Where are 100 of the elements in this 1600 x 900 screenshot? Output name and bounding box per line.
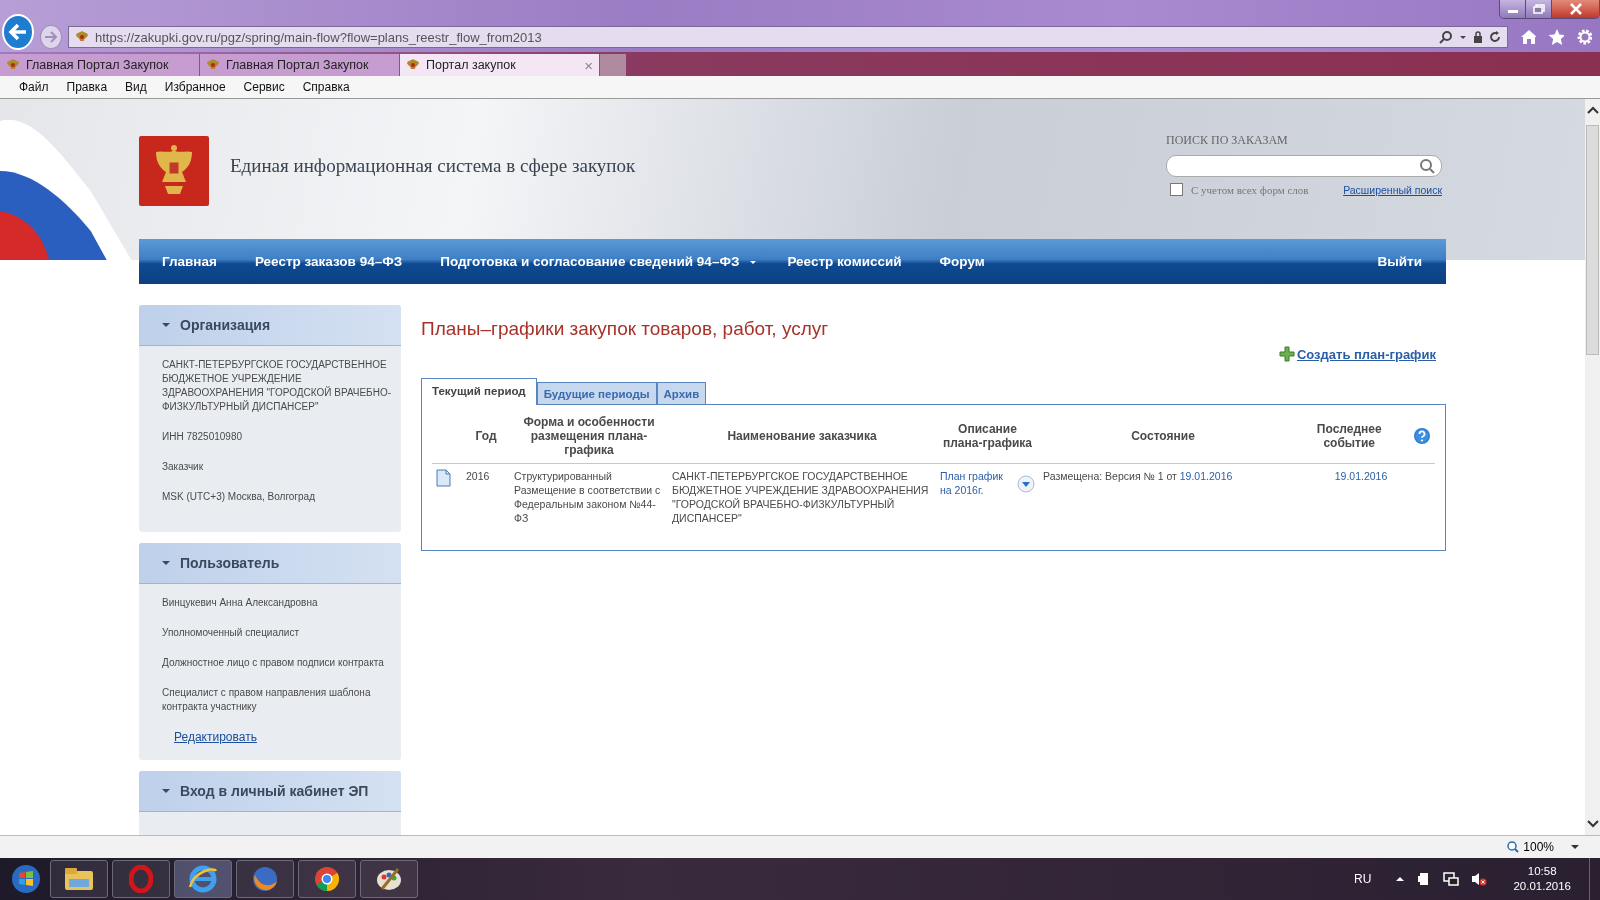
checkbox-label: С учетом всех форм слов (1191, 183, 1310, 196)
menu-item[interactable]: Сервис (243, 80, 285, 94)
browser-tab[interactable]: Главная Портал Закупок (0, 54, 200, 76)
refresh-icon[interactable] (1489, 30, 1501, 44)
lock-icon (1473, 30, 1483, 44)
menu-item[interactable]: Вид (125, 80, 147, 94)
help-icon[interactable] (1413, 427, 1431, 445)
folder-icon (64, 867, 94, 891)
emblem-icon (406, 58, 420, 72)
menu-item[interactable]: Файл (19, 80, 49, 94)
scrollbar[interactable] (1585, 99, 1600, 835)
nav-item[interactable]: Реестр заказов 94–ФЗ (254, 254, 403, 269)
page-title: Планы–графики закупок товаров, работ, услуг (421, 318, 830, 340)
chrome-icon (313, 865, 341, 893)
emblem-icon (206, 58, 220, 72)
minimize-button[interactable] (1500, 0, 1526, 18)
windows-logo-icon (11, 864, 41, 894)
site-title: Единая информационная система в сфере закупок (230, 155, 637, 177)
zoom-level[interactable]: 100% (1523, 840, 1554, 854)
tab[interactable]: Будущие периоды (536, 382, 657, 404)
panel-header[interactable]: Пользователь (139, 543, 401, 584)
panel-text: Винцукевич Анна Александровна (162, 596, 319, 610)
browser-tab[interactable]: Главная Портал Закупок (200, 54, 400, 76)
taskbar-app[interactable] (174, 860, 232, 898)
column-header: Описание плана-графика (942, 422, 1033, 450)
forward-arrow-icon (44, 31, 59, 43)
network-icon[interactable] (1443, 871, 1460, 887)
ring-icon (129, 865, 153, 893)
plus-icon (1278, 346, 1295, 362)
browser-e-icon (188, 865, 218, 893)
address-text: https://zakupki.gov.ru/pgz/spring/main-flow?flow=plans_reestr_flow_from2013 (95, 29, 543, 45)
address-field[interactable]: https://zakupki.gov.ru/pgz/spring/main-flow?flow=plans_reestr_flow_from2013 (68, 26, 1508, 48)
panel-header[interactable]: Вход в личный кабинет ЭП (139, 771, 401, 812)
column-header: Наименование заказчика (727, 429, 877, 443)
caret-icon[interactable] (162, 322, 170, 328)
emblem-icon (75, 30, 89, 44)
advanced-search-link[interactable]: Расширенный поиск (1343, 183, 1442, 196)
restore-button[interactable] (1526, 0, 1552, 18)
menu-item[interactable]: Справка (302, 80, 350, 94)
clock[interactable]: 10:58 20.01.2016 (1513, 864, 1571, 894)
checkbox[interactable] (1170, 183, 1183, 196)
taskbar-app[interactable] (298, 860, 356, 898)
table-cell: САНКТ-ПЕТЕРБУРГСКОЕ ГОСУДАРСТВЕННОЕ БЮДЖЕТНОЕ УЧРЕЖДЕНИЕ ЗДРАВООХРАНЕНИЯ "ГОРОДСКОЙ ВРАЧЕБНО-ФИЗКУЛЬТУРНЫЙ ДИСПАНСЕР" (668, 463, 936, 530)
search-icon[interactable] (1439, 30, 1453, 44)
taskbar-app[interactable] (236, 860, 294, 898)
menu-item[interactable]: Правка (66, 80, 108, 94)
language-indicator[interactable]: RU (1354, 872, 1372, 886)
caret-icon[interactable] (162, 788, 170, 794)
browser-tab[interactable]: Портал закупок × (400, 54, 600, 76)
date-link[interactable]: 19.01.2016 (1179, 470, 1233, 482)
panel-text: Уполномоченный специалист (162, 626, 301, 640)
panel-text: ИНН 7825010980 (162, 430, 244, 444)
menu-item[interactable]: Избранное (164, 80, 226, 94)
zoom-icon[interactable] (1507, 841, 1520, 853)
close-icon (1568, 3, 1583, 15)
close-button[interactable] (1552, 0, 1599, 18)
taskbar-app[interactable] (50, 860, 108, 898)
panel-text: MSK (UTC+3) Москва, Волгоград (162, 490, 316, 504)
nav-item[interactable]: Реестр комиссий (787, 254, 902, 269)
nav-item[interactable]: Подготовка и согласование сведений 94–ФЗ (440, 254, 758, 269)
table-cell: 2016 (462, 463, 510, 530)
search-field[interactable] (1166, 155, 1442, 177)
fox-globe-icon (251, 865, 279, 893)
show-hidden-icons-icon[interactable] (1395, 875, 1406, 883)
clock-date: 20.01.2016 (1513, 879, 1571, 894)
search-icon[interactable] (1419, 158, 1435, 174)
nav-item[interactable]: Форум (939, 254, 985, 269)
emblem-logo[interactable] (139, 136, 209, 206)
back-arrow-icon (8, 23, 29, 41)
tab[interactable]: Архив (656, 382, 707, 404)
back-button[interactable] (2, 14, 35, 50)
column-header: Год (475, 429, 497, 443)
logout-link[interactable]: Выйти (1377, 254, 1422, 269)
star-icon[interactable] (1548, 28, 1564, 46)
settings-icon[interactable] (1576, 28, 1592, 46)
home-icon[interactable] (1520, 28, 1536, 46)
tab[interactable]: Текущий период (421, 378, 537, 405)
muted-speaker-icon[interactable] (1471, 871, 1488, 887)
nav-item[interactable]: Главная (162, 254, 217, 269)
edit-link[interactable]: Редактировать (174, 730, 257, 744)
clock-time: 10:58 (1527, 864, 1557, 879)
emblem-icon (6, 58, 20, 72)
create-link[interactable]: Создать план-график (1296, 346, 1436, 362)
scroll-up-icon[interactable] (1586, 105, 1599, 115)
taskbar-app[interactable] (360, 860, 418, 898)
caret-icon[interactable] (1570, 843, 1580, 851)
restore-icon (1532, 4, 1545, 14)
document-icon[interactable] (436, 469, 451, 487)
panel-text: Заказчик (162, 460, 205, 474)
status-text: Размещена: Версия № 1 от (1043, 470, 1177, 482)
search-label: ПОИСК ПО ЗАКАЗАМ (1166, 133, 1289, 148)
plan-link[interactable]: План график на 2016г. (940, 469, 1011, 497)
panel-text: Специалист с правом направления шаблона контракта участнику (162, 686, 372, 714)
panel-text: САНКТ-ПЕТЕРБУРГСКОЕ ГОСУДАРСТВЕННОЕ БЮДЖЕТНОЕ УЧРЕЖДЕНИЕ ЗДРАВООХРАНЕНИЯ "ГОРОДСКОЙ ВРАЧЕБНО-ФИЗКУЛЬТУРНЫЙ ДИСПАНСЕР" (162, 358, 392, 414)
scroll-down-icon[interactable] (1586, 819, 1599, 829)
panel-header[interactable]: Организация (139, 305, 401, 346)
caret-icon[interactable] (162, 560, 170, 566)
table-cell: Структурированный Размещение в соответствии с Федеральным законом №44-ФЗ (510, 463, 668, 530)
date-link[interactable]: 19.01.2016 (1334, 470, 1388, 482)
dropdown-icon[interactable] (1017, 475, 1035, 493)
